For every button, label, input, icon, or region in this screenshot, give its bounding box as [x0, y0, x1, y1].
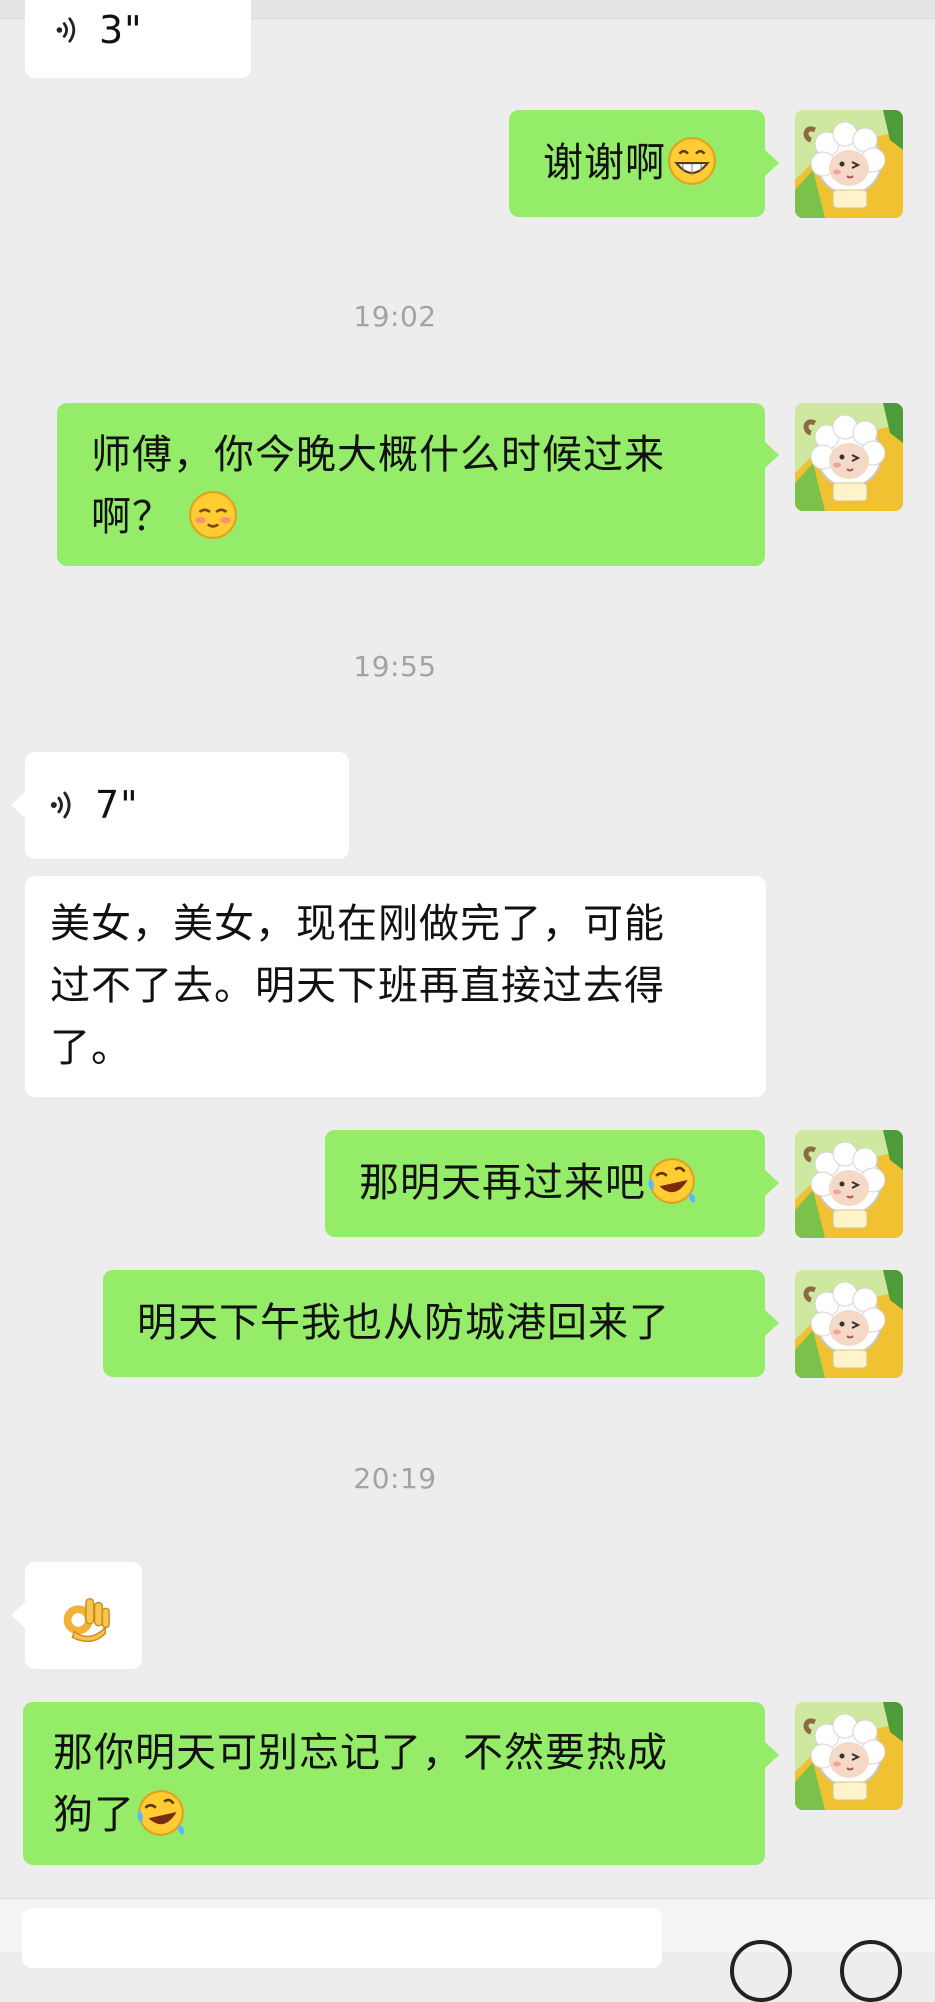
timestamp: 19:02: [353, 300, 437, 333]
voice-message[interactable]: 7": [25, 752, 349, 859]
message-line: 师傅，你今晚大概什么时候过来: [91, 432, 665, 478]
message-text: 狗了: [53, 1792, 135, 1838]
message-line-2: 狗了: [53, 1784, 765, 1846]
message-text: 明天下午我也从防城港回来了: [137, 1300, 670, 1346]
message-line: 那你明天可别忘记了，不然要热成: [53, 1730, 668, 1776]
bubble-tail: [11, 1602, 25, 1628]
outgoing-message-tomorrow[interactable]: 那明天再过来吧: [325, 1130, 765, 1237]
rolling-laughing-emoji-icon: [646, 1155, 698, 1207]
ok-hand-emoji-icon: [55, 1589, 113, 1647]
emoji-button[interactable]: [730, 1940, 792, 2002]
rolling-laughing-emoji-icon: [135, 1787, 187, 1839]
incoming-message-reply[interactable]: 美女，美女，现在刚做完了，可能 过不了去。明天下班再直接过去得 了。: [25, 876, 766, 1097]
avatar[interactable]: [795, 1702, 903, 1810]
add-button[interactable]: [840, 1940, 902, 2002]
avatar[interactable]: [795, 403, 903, 511]
timestamp: 19:55: [353, 650, 437, 683]
avatar[interactable]: [795, 1270, 903, 1378]
voice-wave-icon: [53, 14, 85, 46]
message-text: 谢谢啊: [543, 140, 666, 186]
message-line: 了。: [50, 1025, 132, 1071]
message-line: 过不了去。明天下班再直接过去得: [50, 963, 665, 1009]
message-text: 那明天再过来吧: [359, 1160, 646, 1206]
voice-duration: 7": [95, 783, 139, 827]
bubble-tail: [765, 1170, 779, 1196]
bubble-tail: [765, 442, 779, 468]
outgoing-message-question[interactable]: 师傅，你今晚大概什么时候过来 啊？: [57, 403, 765, 566]
incoming-emoji-message[interactable]: [25, 1562, 142, 1669]
timestamp: 20:19: [353, 1462, 437, 1495]
outgoing-message-return[interactable]: 明天下午我也从防城港回来了: [103, 1270, 765, 1377]
message-text: 啊？: [91, 494, 173, 540]
bubble-tail: [11, 792, 25, 818]
voice-duration: 3": [99, 8, 143, 52]
bubble-tail: [765, 1310, 779, 1336]
outgoing-message-thanks[interactable]: 谢谢啊: [509, 110, 765, 217]
avatar[interactable]: [795, 110, 903, 218]
message-line-2: 啊？: [91, 486, 765, 548]
avatar[interactable]: [795, 1130, 903, 1238]
message-line: 美女，美女，现在刚做完了，可能: [50, 901, 665, 947]
bubble-tail: [765, 150, 779, 176]
voice-wave-icon: [47, 788, 81, 822]
voice-message-top[interactable]: 3": [25, 0, 251, 78]
message-input[interactable]: [22, 1908, 662, 1968]
pleading-emoji-icon: [187, 489, 239, 541]
bubble-tail: [765, 1742, 779, 1768]
outgoing-message-reminder[interactable]: 那你明天可别忘记了，不然要热成 狗了: [23, 1702, 765, 1865]
grinning-emoji-icon: [666, 135, 718, 187]
